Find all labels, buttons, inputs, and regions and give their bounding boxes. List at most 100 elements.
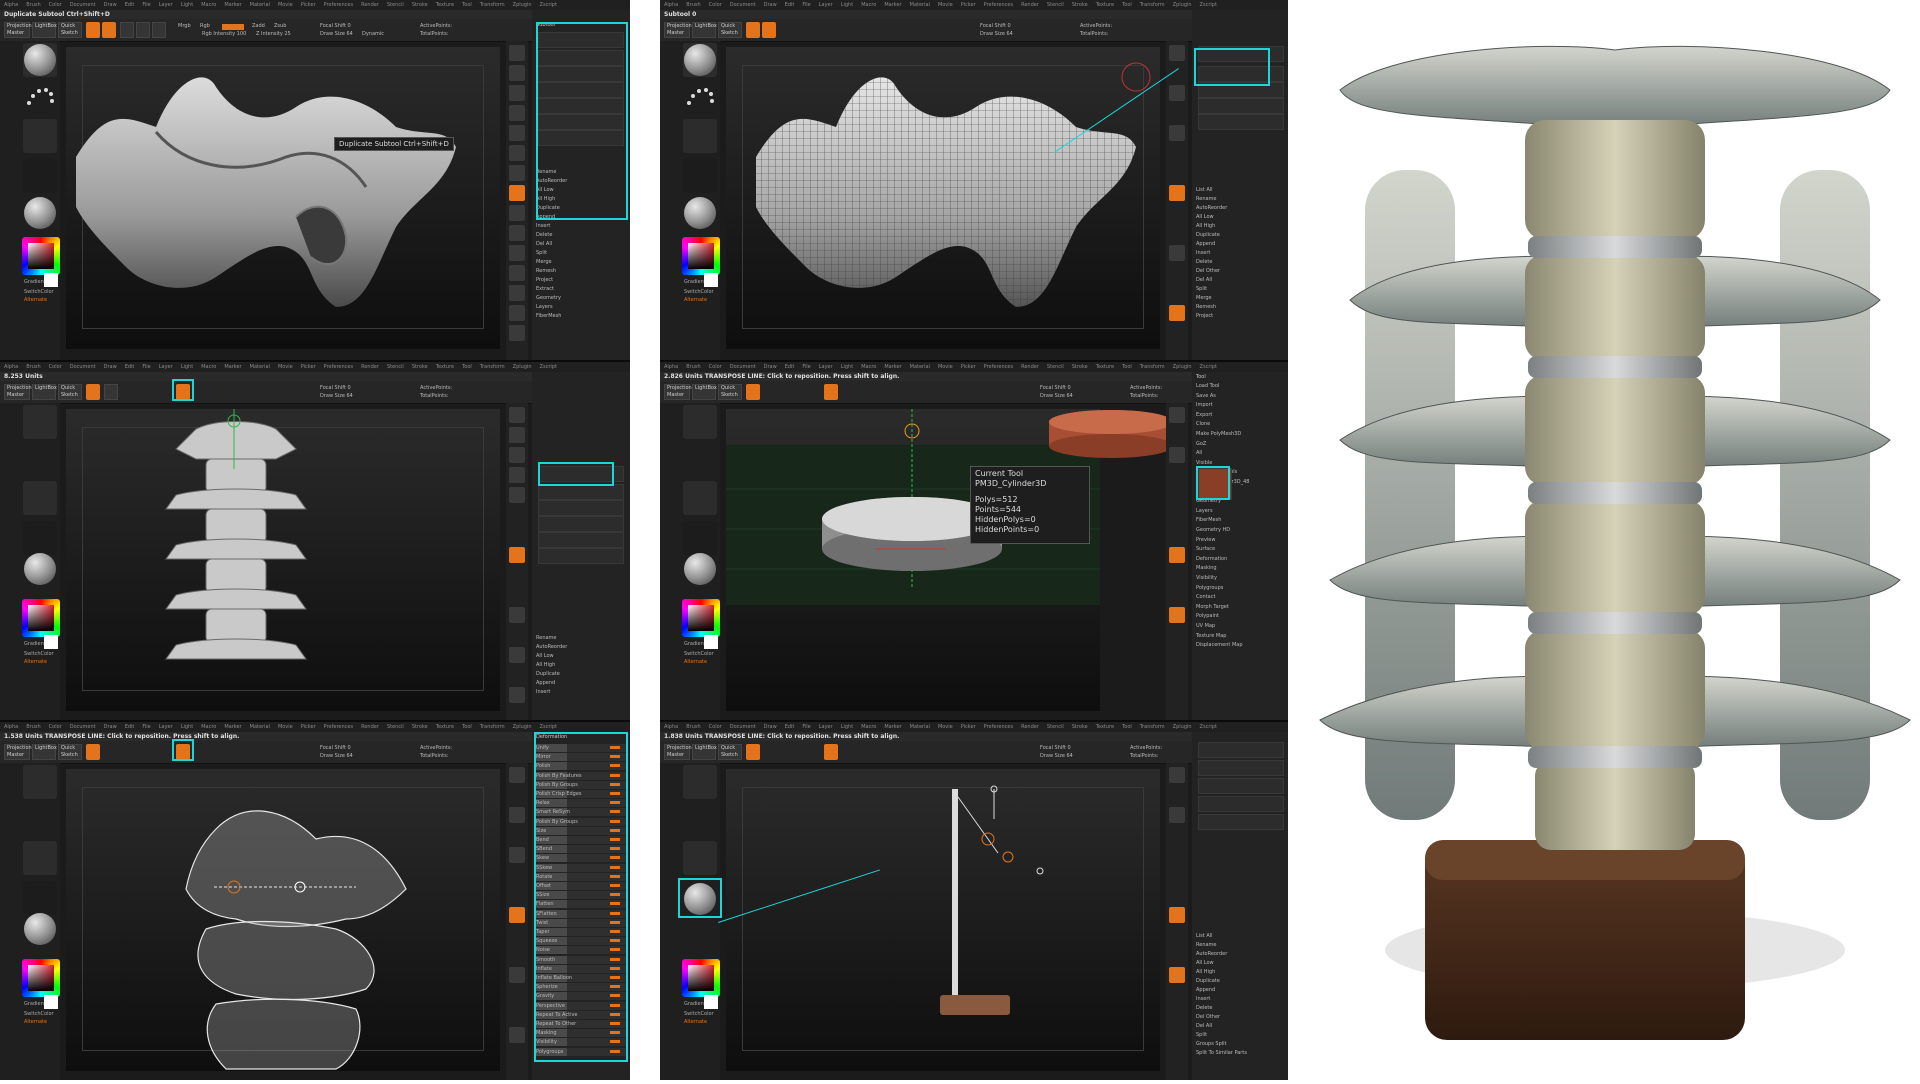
menu-item[interactable]: Light xyxy=(841,724,853,730)
quick-sketch-button[interactable]: Quick Sketch xyxy=(718,744,742,760)
scroll-button[interactable] xyxy=(509,447,525,463)
menu-item[interactable]: Edit xyxy=(785,2,795,8)
tray-button[interactable]: Merge xyxy=(1196,294,1286,302)
zadd-button[interactable]: Zadd xyxy=(252,23,265,30)
menu-item[interactable]: Render xyxy=(1021,724,1039,730)
move-button-active[interactable] xyxy=(824,744,838,760)
menu-item[interactable]: Zplugin xyxy=(1173,364,1192,370)
menu-item[interactable]: Document xyxy=(730,364,756,370)
menu-item[interactable]: Draw xyxy=(764,724,777,730)
tray-button[interactable]: Morph Target xyxy=(1196,603,1286,611)
menu-item[interactable]: Zscript xyxy=(540,724,557,730)
polyf-button[interactable] xyxy=(509,325,525,341)
menu-item[interactable]: Light xyxy=(181,724,193,730)
subtool-slot[interactable] xyxy=(1198,760,1284,776)
tray-button[interactable]: All Low xyxy=(536,652,626,660)
rgb-button[interactable]: Rgb xyxy=(200,23,210,30)
cylinder-scene[interactable] xyxy=(726,409,1100,711)
move-view-button[interactable] xyxy=(509,265,525,281)
menu-item[interactable]: Draw xyxy=(764,364,777,370)
frame-button[interactable] xyxy=(1169,967,1185,983)
menu-item[interactable]: Tool xyxy=(1122,2,1132,8)
main-color-swatch[interactable] xyxy=(44,635,58,649)
menu-item[interactable]: Material xyxy=(910,364,930,370)
menu-item[interactable]: Material xyxy=(250,364,270,370)
menu-item[interactable]: Macro xyxy=(861,2,876,8)
menu-item[interactable]: Light xyxy=(841,364,853,370)
persp-button[interactable] xyxy=(509,165,525,181)
menu-item[interactable]: Preferences xyxy=(324,364,353,370)
projection-master-button[interactable]: Projection Master xyxy=(664,384,692,400)
tray-button[interactable]: Extract xyxy=(536,285,626,293)
tray-button[interactable]: Delete xyxy=(1196,258,1286,266)
draw-button[interactable] xyxy=(104,384,118,400)
spine-model[interactable] xyxy=(66,409,500,711)
tray-button[interactable]: Rename xyxy=(1196,195,1286,203)
menu-item[interactable]: Movie xyxy=(938,2,953,8)
spix-button[interactable] xyxy=(509,427,525,443)
quick-sketch-button[interactable]: Quick Sketch xyxy=(58,744,82,760)
menu-item[interactable]: Light xyxy=(181,364,193,370)
subtool-slot[interactable] xyxy=(538,484,624,500)
menu-item[interactable]: Edit xyxy=(125,724,135,730)
menu-item[interactable]: Color xyxy=(709,2,722,8)
tray-button[interactable]: All High xyxy=(1196,222,1286,230)
scale-button[interactable] xyxy=(136,22,150,38)
menu-item[interactable]: Alpha xyxy=(664,724,678,730)
menu-item[interactable]: Draw xyxy=(104,364,117,370)
lightbox-button[interactable]: LightBox xyxy=(32,22,57,38)
draw-button[interactable] xyxy=(102,22,116,38)
tray-button[interactable]: Groups Split xyxy=(1196,1040,1286,1048)
draw-size-slider[interactable]: Draw Size 64 xyxy=(1040,753,1073,760)
menu-item[interactable]: Color xyxy=(49,364,62,370)
tray-button[interactable]: Append xyxy=(1196,240,1286,248)
main-color-swatch[interactable] xyxy=(44,995,58,1009)
menu-item[interactable]: Movie xyxy=(278,364,293,370)
menu-bar[interactable]: Alpha Brush Color Document Draw Edit File Layer… xyxy=(0,0,630,10)
tray-button[interactable]: FiberMesh xyxy=(1196,516,1286,524)
scale-view-button[interactable] xyxy=(509,285,525,301)
menu-item[interactable]: Zplugin xyxy=(1173,2,1192,8)
viewport-canvas[interactable] xyxy=(66,409,500,711)
tray-button[interactable]: Geometry xyxy=(536,294,626,302)
menu-item[interactable]: Zplugin xyxy=(513,364,532,370)
menu-item[interactable]: Layer xyxy=(159,724,173,730)
edit-button[interactable] xyxy=(746,384,760,400)
menu-item[interactable]: Tool xyxy=(462,2,472,8)
quick-sketch-button[interactable]: Quick Sketch xyxy=(58,22,82,38)
lightbox-button[interactable]: LightBox xyxy=(692,384,717,400)
edit-button[interactable] xyxy=(746,744,760,760)
tray-button[interactable]: All High xyxy=(1196,968,1286,976)
tray-button[interactable]: Split xyxy=(1196,1031,1286,1039)
draw-size-slider[interactable]: Draw Size 64 xyxy=(320,31,353,38)
menu-item[interactable]: Picker xyxy=(301,364,316,370)
subtool-slot[interactable] xyxy=(1198,796,1284,812)
tray-button[interactable]: Split To Similar Parts xyxy=(1196,1049,1286,1057)
menu-item[interactable]: Transform xyxy=(1140,2,1165,8)
tray-button[interactable]: Append xyxy=(536,679,626,687)
subtool-slot[interactable] xyxy=(538,532,624,548)
tray-button[interactable]: Duplicate xyxy=(1196,977,1286,985)
menu-item[interactable]: Marker xyxy=(884,2,901,8)
menu-item[interactable]: Macro xyxy=(861,724,876,730)
menu-item[interactable]: File xyxy=(802,364,810,370)
menu-item[interactable]: Brush xyxy=(686,2,700,8)
tray-button[interactable]: Merge xyxy=(536,258,626,266)
focal-shift-slider[interactable]: Focal Shift 0 xyxy=(320,745,351,752)
subtool-slot[interactable] xyxy=(1198,814,1284,830)
frame-button[interactable] xyxy=(1169,607,1185,623)
focal-shift-slider[interactable]: Focal Shift 0 xyxy=(320,23,351,30)
menu-item[interactable]: Alpha xyxy=(664,364,678,370)
menu-item[interactable]: Texture xyxy=(436,724,454,730)
dynamic-button[interactable]: Dynamic xyxy=(362,31,384,38)
subtool-slot[interactable] xyxy=(1198,778,1284,794)
floor-button[interactable] xyxy=(1169,907,1185,923)
scroll-button[interactable] xyxy=(1169,807,1185,823)
frame-button[interactable] xyxy=(509,967,525,983)
subtool-slot[interactable] xyxy=(1198,98,1284,114)
tray-button[interactable]: Delete xyxy=(1196,1004,1286,1012)
bpr-button[interactable] xyxy=(1169,407,1185,423)
menu-item[interactable]: Stroke xyxy=(412,724,428,730)
menu-item[interactable]: Macro xyxy=(201,724,216,730)
menu-item[interactable]: Transform xyxy=(1140,364,1165,370)
